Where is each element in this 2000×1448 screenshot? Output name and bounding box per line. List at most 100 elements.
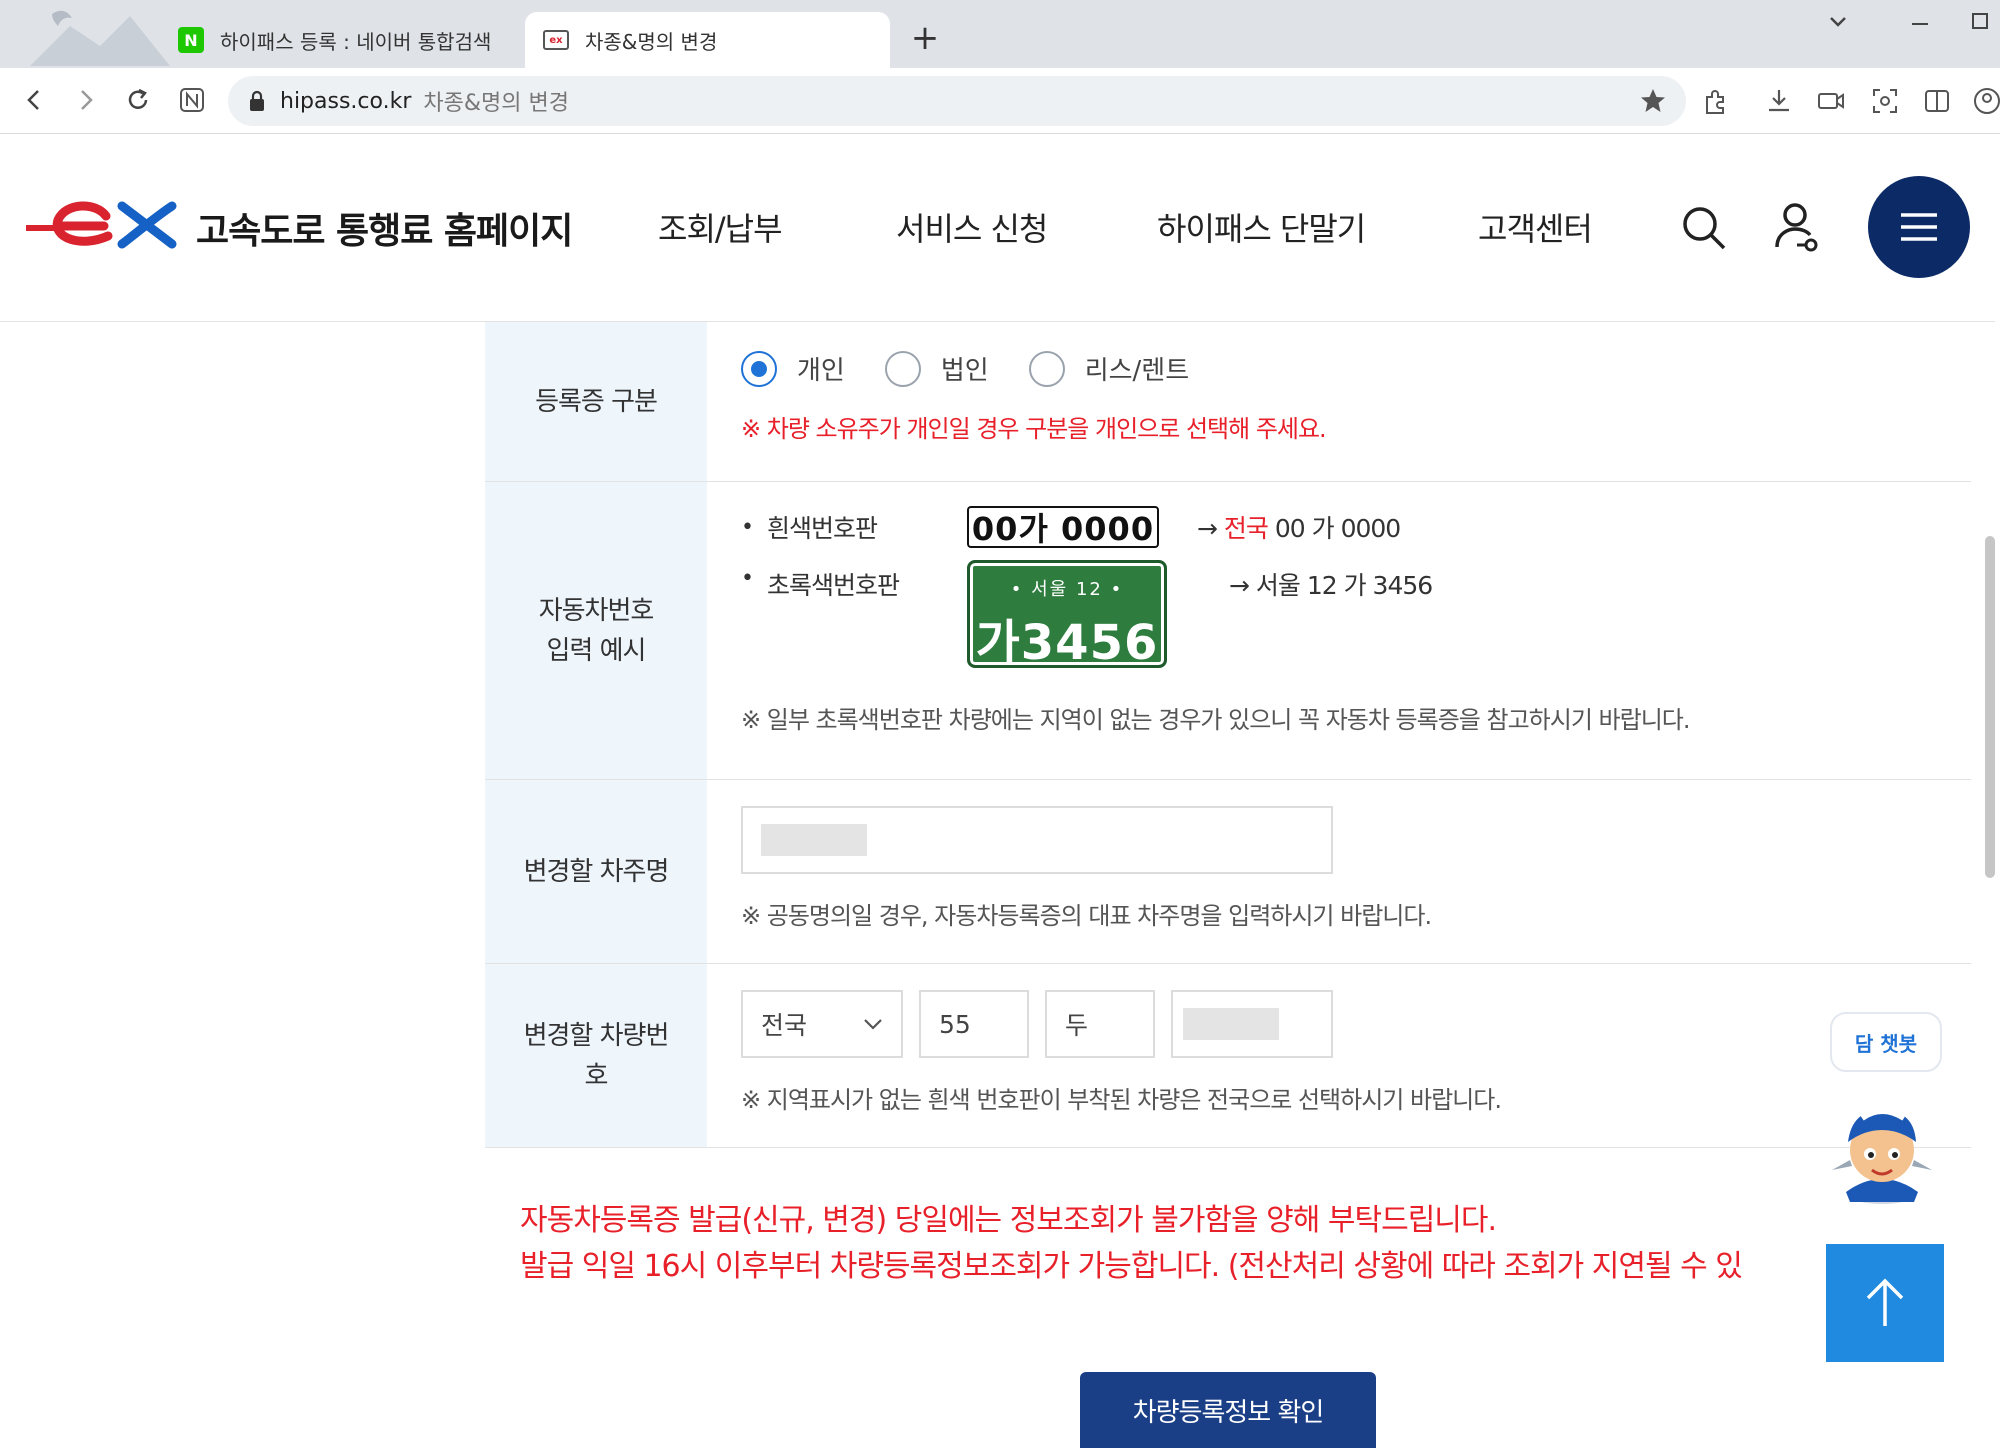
profile-icon[interactable] (1970, 84, 2000, 118)
naver-icon: N (178, 27, 204, 53)
arrow: → (1229, 571, 1250, 600)
radio-label: 리스/렌트 (1084, 356, 1190, 386)
form-row-reg-type: 등록증 구분 개인 법인 리스/렌트 ※ 차량 소유주가 개인일 경우 구분을 … (485, 322, 1971, 482)
green-plate-bottom: 가3456 (975, 615, 1159, 671)
white-plate-image: 00가 0000 (967, 506, 1159, 548)
sidebar-icon[interactable] (1920, 84, 1954, 118)
region-select[interactable]: 전국 (741, 990, 903, 1058)
reg-type-label: 등록증 구분 (485, 322, 707, 481)
radio-label: 법인 (940, 356, 989, 386)
arrow-up-icon (1866, 1278, 1904, 1326)
back-icon[interactable] (14, 80, 54, 120)
owner-note: ※ 공동명의일 경우, 자동차등록증의 대표 차주명을 입력하시기 바랍니다. (741, 902, 1432, 930)
white-plate-result: → 전국 00 가 0000 (1197, 509, 1401, 545)
green-plate-image: • 서울 12 • 가3456 (967, 560, 1167, 671)
arrow: → (1197, 514, 1218, 543)
tab-search-icon[interactable] (1818, 10, 1858, 38)
minimize-icon[interactable] (1900, 10, 1940, 38)
result-region: 전국 (1223, 514, 1269, 543)
vehicle-number-part1-input[interactable]: 55 (919, 990, 1029, 1058)
radio-label: 개인 (797, 356, 845, 386)
plate-example-label-line1: 자동차번호 (538, 595, 655, 626)
browser-toolbar: hipass.co.kr 차종&명의 변경 (0, 68, 2000, 134)
check-registration-button[interactable]: 차량등록정보 확인 (1080, 1372, 1376, 1448)
radio-circle[interactable] (1028, 350, 1065, 387)
radio-individual[interactable]: 개인 (741, 350, 845, 387)
chatbot-character-icon[interactable] (1822, 1096, 1942, 1206)
result-rest: 00 가 0000 (1274, 514, 1401, 543)
vehicle-change-form: 등록증 구분 개인 법인 리스/렌트 ※ 차량 소유주가 개인일 경우 구분을 … (485, 322, 1971, 1148)
plate-example-label: 자동차번호 입력 예시 (485, 482, 707, 779)
nav-hipass-device[interactable]: 하이패스 단말기 (1157, 204, 1366, 250)
redacted-value (1183, 1008, 1279, 1040)
notice-line1: 자동차등록증 발급(신규, 변경) 당일에는 정보조회가 불가함을 양해 부탁드… (520, 1203, 1497, 1238)
page-scrollbar-thumb[interactable] (1985, 536, 1995, 878)
user-icon[interactable] (1770, 200, 1826, 256)
registration-notice: 자동차등록증 발급(신규, 변경) 당일에는 정보조회가 불가함을 양해 부탁드… (520, 1198, 1743, 1290)
radio-circle-checked[interactable] (741, 350, 777, 387)
site-header: 고속도로 통행료 홈페이지 조회/납부 서비스 신청 하이패스 단말기 고객센터 (0, 134, 1995, 322)
region-select-value: 전국 (761, 1011, 808, 1040)
vehicle-number-label-line2: 호 (584, 1060, 609, 1091)
tab-title: 차종&명의 변경 (585, 29, 718, 54)
plate-example-note: ※ 일부 초록색번호판 차량에는 지역이 없는 경우가 있으니 꼭 자동차 등록… (741, 706, 1690, 734)
extensions-icon[interactable] (1698, 84, 1732, 118)
vehicle-hangul-input[interactable]: 두 (1045, 990, 1155, 1058)
ex-logo-icon: ex (543, 30, 569, 50)
result-text: 서울 12 가 3456 (1255, 571, 1433, 600)
download-icon[interactable] (1762, 84, 1796, 118)
nav-service-apply[interactable]: 서비스 신청 (896, 204, 1048, 250)
tab-naver-search[interactable]: N 하이패스 등록 : 네이버 통합검색 (160, 12, 525, 68)
maximize-icon[interactable] (1960, 10, 2000, 38)
white-plate-example: • 흰색번호판 00가 0000 → 전국 00 가 0000 (741, 502, 1971, 552)
owner-label: 변경할 차주명 (485, 780, 707, 963)
ex-logo-icon[interactable] (26, 198, 182, 250)
form-row-vehicle-number: 변경할 차량번 호 전국 55 두 ※ 지역표시가 없는 흰색 번호판이 부착된… (485, 964, 1971, 1148)
owner-name-input[interactable] (741, 806, 1333, 874)
green-plate-result: → 서울 12 가 3456 (1229, 566, 1433, 602)
reg-type-warning: ※ 차량 소유주가 개인일 경우 구분을 개인으로 선택해 주세요. (741, 415, 1327, 443)
tab-title: 하이패스 등록 : 네이버 통합검색 (220, 29, 492, 54)
vehicle-number-label: 변경할 차량번 호 (485, 964, 707, 1147)
vehicle-number-note: ※ 지역표시가 없는 흰색 번호판이 부착된 차량은 전국으로 선택하시기 바랍… (741, 1086, 1502, 1114)
scroll-to-top-button[interactable] (1826, 1244, 1944, 1362)
redacted-value (761, 824, 867, 856)
green-plate-label: 초록색번호판 (767, 571, 900, 600)
nav-inquiry-payment[interactable]: 조회/납부 (658, 204, 783, 250)
reg-type-radio-group: 개인 법인 리스/렌트 (741, 350, 1971, 387)
site-title[interactable]: 고속도로 통행료 홈페이지 (196, 202, 573, 254)
browser-tab-bar: N 하이패스 등록 : 네이버 통합검색 ex 차종&명의 변경 + (0, 0, 2000, 68)
lock-icon (250, 90, 264, 111)
white-plate-label: 흰색번호판 (767, 514, 878, 543)
bullet: • (741, 566, 754, 591)
address-path: 차종&명의 변경 (423, 91, 569, 116)
chatbot-label[interactable]: 담 챗봇 (1830, 1012, 1942, 1072)
naver-n-icon[interactable] (172, 80, 212, 120)
new-tab-button[interactable]: + (905, 18, 945, 58)
chevron-down-icon (864, 1019, 882, 1030)
radio-circle[interactable] (884, 350, 921, 387)
address-host: hipass.co.kr (280, 88, 412, 114)
video-capture-icon[interactable] (1814, 84, 1848, 118)
search-icon[interactable] (1676, 200, 1732, 256)
radio-corporation[interactable]: 법인 (884, 350, 989, 387)
reload-icon[interactable] (118, 80, 158, 120)
green-plate-top: • 서울 12 • (1010, 579, 1124, 600)
forward-icon[interactable] (66, 80, 106, 120)
bullet: • (741, 514, 754, 540)
tab-bar-theme-decoration (30, 10, 170, 66)
nav-customer-center[interactable]: 고객센터 (1478, 204, 1593, 250)
bookmark-star-icon[interactable] (1636, 84, 1670, 118)
screenshot-icon[interactable] (1868, 84, 1902, 118)
address-bar[interactable]: hipass.co.kr 차종&명의 변경 (228, 76, 1686, 126)
plate-example-label-line2: 입력 예시 (546, 635, 647, 666)
form-row-plate-example: 자동차번호 입력 예시 • 흰색번호판 00가 0000 → 전국 00 가 0… (485, 482, 1971, 780)
green-plate-example: • 초록색번호판 • 서울 12 • 가3456 → 서울 12 가 3456 (741, 560, 1971, 671)
tab-vehicle-change[interactable]: ex 차종&명의 변경 (525, 12, 890, 68)
form-row-owner: 변경할 차주명 ※ 공동명의일 경우, 자동차등록증의 대표 차주명을 입력하시… (485, 780, 1971, 964)
radio-lease-rent[interactable]: 리스/렌트 (1028, 350, 1190, 387)
vehicle-number-part2-input[interactable] (1171, 990, 1333, 1058)
notice-line2: 발급 익일 16시 이후부터 차량등록정보조회가 가능합니다. (전산처리 상황… (520, 1249, 1743, 1284)
vehicle-number-label-line1: 변경할 차량번 (523, 1020, 670, 1051)
hamburger-menu-icon[interactable] (1868, 176, 1970, 278)
